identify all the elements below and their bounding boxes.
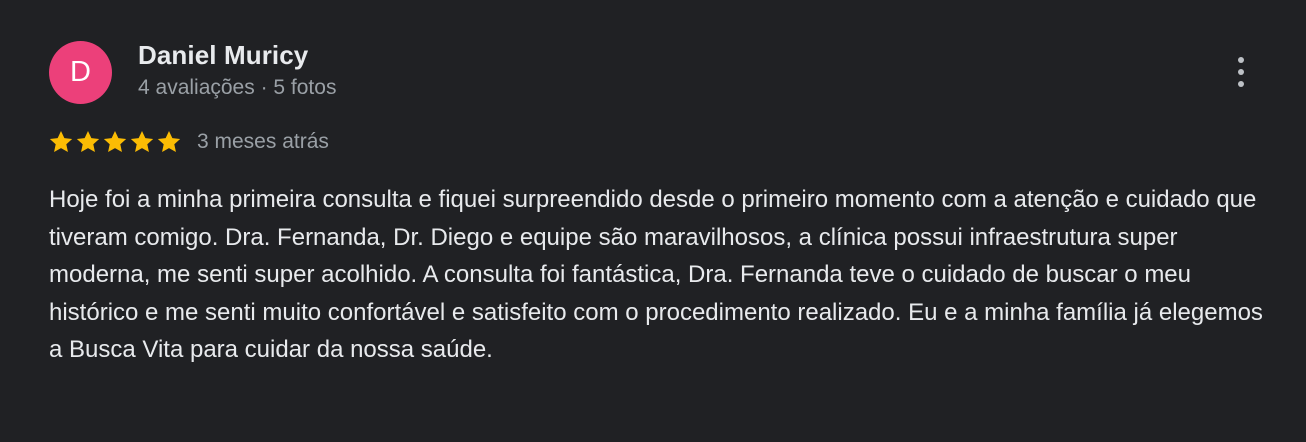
more-options-button[interactable] [1222,52,1260,92]
review-card: D Daniel Muricy 4 avaliações · 5 fotos 3… [0,0,1306,442]
review-text: Hoje foi a minha primeira consulta e fiq… [49,186,1263,363]
star-icon [48,129,74,155]
rating-row: 3 meses atrás [48,128,329,156]
star-icon [129,129,155,155]
avatar-initial: D [70,56,91,88]
star-icon [75,129,101,155]
avatar[interactable]: D [49,41,112,104]
author-meta: 4 avaliações · 5 fotos [138,76,337,99]
more-vert-icon [1238,69,1244,75]
star-icon [156,129,182,155]
review-date: 3 meses atrás [197,130,329,153]
more-vert-icon [1238,81,1244,87]
star-icon [102,129,128,155]
star-rating [48,129,182,155]
author-name[interactable]: Daniel Muricy [138,40,308,71]
more-vert-icon [1238,57,1244,63]
